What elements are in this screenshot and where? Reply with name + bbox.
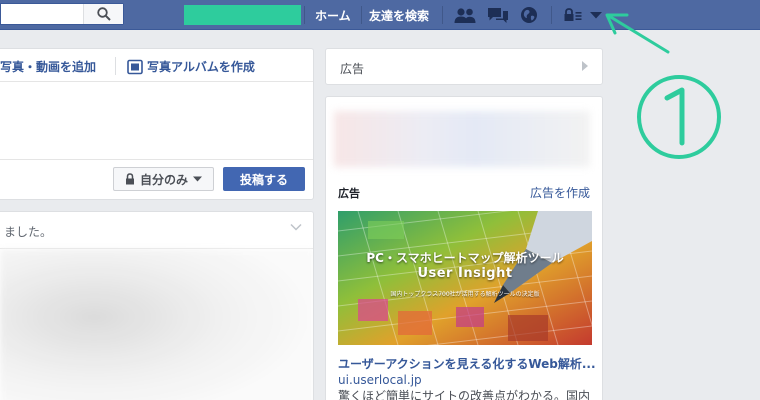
photo-album-icon bbox=[127, 59, 143, 74]
ads-header-card[interactable]: 広告 bbox=[325, 48, 603, 85]
add-photo-video-label: 写真・動画を追加 bbox=[0, 60, 97, 74]
account-menu-arrow-icon bbox=[590, 12, 602, 19]
create-ad-link[interactable]: 広告を作成 bbox=[530, 184, 590, 201]
search-button[interactable] bbox=[83, 4, 123, 24]
annotation-number-one-icon bbox=[664, 87, 685, 146]
lock-icon bbox=[125, 173, 134, 185]
ad-image[interactable]: PC・スマホヒートマップ解析ツール User Insight 国内トップクラス7… bbox=[338, 211, 592, 345]
nav-separator bbox=[551, 6, 552, 24]
search-input[interactable] bbox=[0, 3, 124, 25]
friend-requests-icon bbox=[454, 8, 476, 23]
ad-title-link[interactable]: ユーザーアクションを見える化するWeb解析... bbox=[338, 355, 596, 372]
sponsored-ad-card: 広告 広告を作成 PC・スマホヒートマップ解析ツール User Insight … bbox=[325, 96, 603, 400]
ad-image-headline: PC・スマホヒートマップ解析ツール bbox=[366, 251, 564, 265]
blurred-story-content bbox=[0, 249, 313, 400]
messages-icon bbox=[488, 8, 508, 23]
action-separator bbox=[115, 57, 116, 75]
privacy-selector-button[interactable]: 自分のみ bbox=[113, 167, 214, 191]
account-menu-button[interactable] bbox=[589, 6, 603, 24]
messages-button[interactable] bbox=[486, 6, 510, 24]
ad-url[interactable]: ui.userlocal.jp bbox=[338, 373, 422, 387]
notifications-button[interactable] bbox=[518, 6, 540, 24]
top-navigation-bar: ホーム 友達を検索 bbox=[0, 0, 760, 30]
chevron-down-icon bbox=[193, 176, 202, 182]
ads-header-label: 広告 bbox=[340, 62, 365, 76]
add-photo-video-action[interactable]: 写真・動画を追加 bbox=[0, 58, 96, 75]
ad-description: 驚くほど簡単にサイトの改善点がわかる。国内 bbox=[338, 389, 591, 400]
notifications-globe-icon bbox=[521, 7, 537, 23]
nav-separator bbox=[442, 6, 443, 24]
composer-text-area[interactable] bbox=[0, 82, 313, 159]
privacy-lock-icon bbox=[564, 8, 582, 21]
annotation-marker-circle bbox=[637, 75, 721, 159]
profile-name-redacted[interactable] bbox=[184, 5, 301, 25]
sponsored-label: 広告 bbox=[338, 187, 360, 200]
nav-home-link[interactable]: ホーム bbox=[315, 7, 351, 24]
ad-image-product: User Insight bbox=[417, 266, 513, 281]
privacy-label: 自分のみ bbox=[139, 172, 188, 187]
composer-footer-divider bbox=[0, 159, 313, 160]
search-icon bbox=[96, 7, 111, 21]
nav-separator bbox=[361, 6, 362, 24]
post-button[interactable]: 投稿する bbox=[223, 167, 305, 191]
ad-image-caption: 国内トップクラス700社が活用する解析ツールの決定版 bbox=[390, 291, 540, 298]
nav-find-friends-link[interactable]: 友達を検索 bbox=[369, 7, 429, 24]
friend-requests-button[interactable] bbox=[453, 6, 477, 24]
create-album-label: 写真アルバムを作成 bbox=[147, 60, 255, 74]
blurred-ad-banner bbox=[334, 111, 590, 167]
chevron-right-icon bbox=[582, 61, 588, 71]
story-text: ました。 bbox=[4, 225, 53, 239]
feed-story-card: ました。 bbox=[0, 211, 314, 400]
story-options-chevron-icon[interactable] bbox=[290, 223, 302, 231]
nav-separator bbox=[304, 6, 305, 24]
privacy-shortcuts-button[interactable] bbox=[563, 6, 583, 24]
create-album-action[interactable]: 写真アルバムを作成 bbox=[127, 58, 255, 75]
